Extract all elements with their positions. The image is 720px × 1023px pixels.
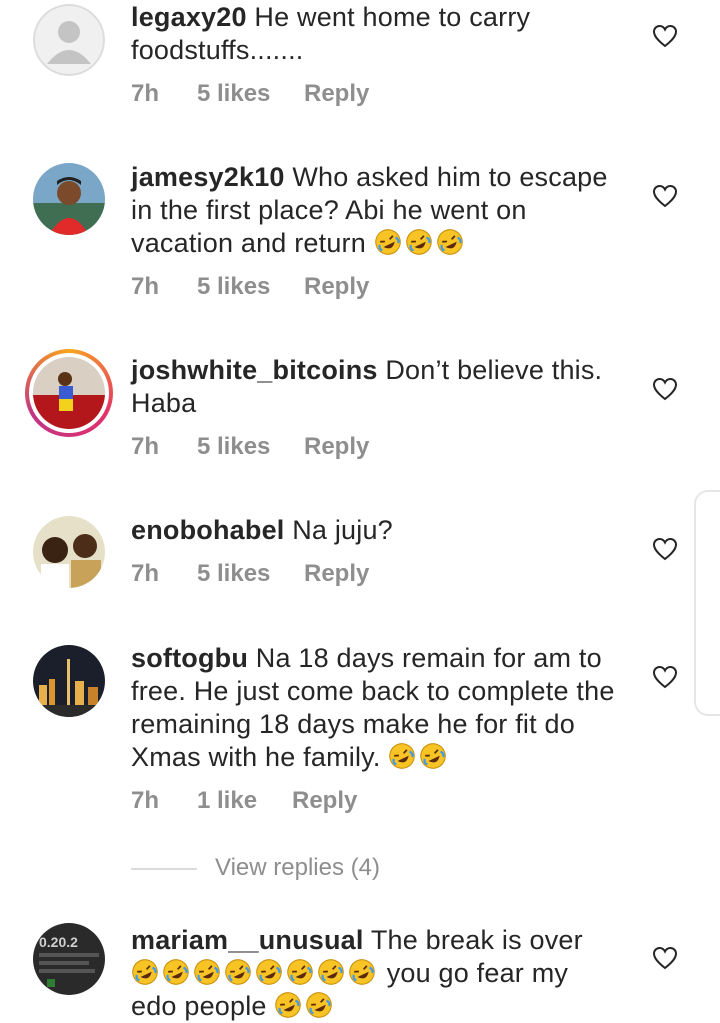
rofl-emoji-icon bbox=[305, 991, 333, 1019]
comment-message: The break is over bbox=[370, 925, 583, 955]
comment-text: joshwhite_bitcoins Don’t believe this. H… bbox=[131, 354, 621, 420]
rofl-emoji-icon bbox=[255, 958, 283, 986]
rofl-emoji-icon bbox=[317, 958, 345, 986]
avatar-story-ring[interactable] bbox=[25, 349, 113, 437]
rofl-emoji-icon bbox=[388, 742, 416, 770]
emoji-group bbox=[374, 228, 467, 258]
heart-icon[interactable] bbox=[652, 946, 678, 970]
reply-button[interactable]: Reply bbox=[292, 787, 357, 815]
comment-text: mariam__unusual The break is over you go… bbox=[131, 924, 621, 1023]
avatar[interactable] bbox=[33, 163, 105, 235]
rofl-emoji-icon bbox=[286, 958, 314, 986]
reply-button[interactable]: Reply bbox=[304, 433, 369, 461]
reply-button[interactable]: Reply bbox=[304, 80, 369, 108]
comment-username[interactable]: softogbu bbox=[131, 643, 248, 673]
reply-button[interactable]: Reply bbox=[304, 560, 369, 588]
comment-username[interactable]: enobohabel bbox=[131, 515, 285, 545]
comment-time: 7h bbox=[131, 273, 160, 300]
avatar[interactable]: 0.20.2 bbox=[33, 923, 105, 995]
emoji-group bbox=[388, 742, 450, 772]
comment-text: jamesy2k10 Who asked him to escape in th… bbox=[131, 161, 621, 260]
comment-likes[interactable]: 5 likes bbox=[197, 80, 270, 108]
comment-likes[interactable]: 5 likes bbox=[197, 273, 270, 301]
comment-username[interactable]: mariam__unusual bbox=[131, 925, 364, 955]
comment-username[interactable]: jamesy2k10 bbox=[131, 162, 285, 192]
heart-icon[interactable] bbox=[652, 665, 678, 689]
comment-message: Na juju? bbox=[292, 515, 393, 545]
rofl-emoji-icon bbox=[193, 958, 221, 986]
avatar-caption: 0.20.2 bbox=[39, 934, 78, 950]
comment-likes[interactable]: 5 likes bbox=[197, 560, 270, 588]
rofl-emoji-icon bbox=[405, 228, 433, 256]
comment-username[interactable]: joshwhite_bitcoins bbox=[131, 355, 378, 385]
heart-icon[interactable] bbox=[652, 377, 678, 401]
comment-time: 7h bbox=[131, 80, 160, 107]
heart-icon[interactable] bbox=[652, 537, 678, 561]
rofl-emoji-icon bbox=[131, 958, 159, 986]
comment-text: enobohabel Na juju? bbox=[131, 514, 621, 547]
rofl-emoji-icon bbox=[419, 742, 447, 770]
comment-time: 7h bbox=[131, 560, 160, 587]
emoji-group bbox=[274, 991, 336, 1021]
comment-text: legaxy20 He went home to carry foodstuff… bbox=[131, 1, 621, 67]
comment-likes[interactable]: 5 likes bbox=[197, 433, 270, 461]
comment-text: softogbu Na 18 days remain for am to fre… bbox=[131, 642, 621, 774]
reply-button[interactable]: Reply bbox=[304, 273, 369, 301]
rofl-emoji-icon bbox=[374, 228, 402, 256]
rofl-emoji-icon bbox=[436, 228, 464, 256]
rofl-emoji-icon bbox=[224, 958, 252, 986]
avatar[interactable] bbox=[33, 645, 105, 717]
view-replies-label[interactable]: View replies (4) bbox=[215, 854, 380, 882]
comment-username[interactable]: legaxy20 bbox=[131, 2, 247, 32]
heart-icon[interactable] bbox=[652, 24, 678, 48]
emoji-group bbox=[131, 958, 379, 988]
avatar[interactable] bbox=[33, 4, 105, 76]
rofl-emoji-icon bbox=[162, 958, 190, 986]
side-panel-tab[interactable] bbox=[694, 490, 720, 716]
rofl-emoji-icon bbox=[274, 991, 302, 1019]
avatar[interactable] bbox=[33, 516, 105, 588]
rofl-emoji-icon bbox=[348, 958, 376, 986]
comment-time: 7h bbox=[131, 787, 160, 814]
heart-icon[interactable] bbox=[652, 184, 678, 208]
comment-time: 7h bbox=[131, 433, 160, 460]
divider-line bbox=[131, 868, 197, 870]
view-replies[interactable]: View replies (4) bbox=[131, 850, 431, 890]
comment-likes[interactable]: 1 like bbox=[197, 787, 257, 815]
